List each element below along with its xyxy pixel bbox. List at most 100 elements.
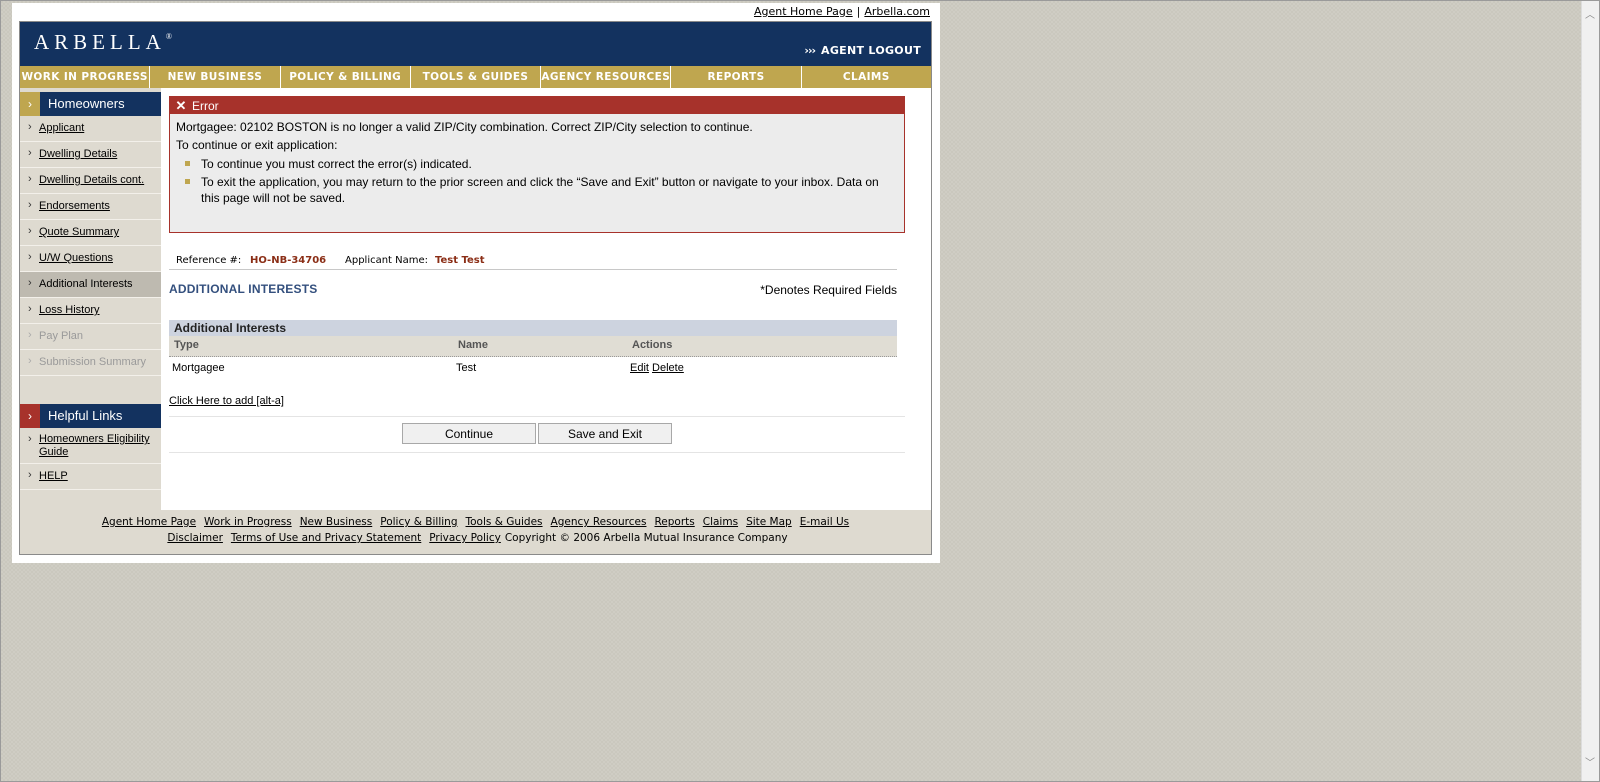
sidebar-item-quote-summary[interactable]: › Quote Summary [20, 220, 161, 246]
chevron-right-icon: › [20, 92, 40, 116]
footer-link-agency-resources[interactable]: Agency Resources [551, 516, 647, 528]
chevrons-icon: ››› [804, 44, 816, 57]
top-links: Agent Home Page | Arbella.com [754, 5, 930, 18]
applicant-name-label: Applicant Name: [345, 255, 429, 266]
nav-agency-resources[interactable]: AGENCY RESOURCES [541, 66, 672, 88]
chevron-right-icon: › [28, 147, 32, 159]
sidebar-item-endorsements[interactable]: › Endorsements [20, 194, 161, 220]
sidebar-item-label[interactable]: Loss History [39, 304, 100, 316]
footer-link-disclaimer[interactable]: Disclaimer [167, 532, 223, 544]
footer-link-privacy[interactable]: Privacy Policy [429, 532, 501, 544]
logo-registered-mark: ® [165, 32, 172, 41]
table-row: Mortgagee Test Edit Delete [169, 357, 897, 377]
sidebar-item-label[interactable]: U/W Questions [39, 252, 113, 264]
sidebar-item-applicant[interactable]: › Applicant [20, 116, 161, 142]
chevron-right-icon: › [28, 225, 32, 237]
reference-label: Reference #: [176, 255, 242, 266]
agent-logout-button[interactable]: ››› AGENT LOGOUT [804, 44, 921, 57]
agent-home-link[interactable]: Agent Home Page [754, 5, 853, 18]
sidebar-item-label[interactable]: Endorsements [39, 200, 110, 212]
footer-link-tools-guides[interactable]: Tools & Guides [466, 516, 543, 528]
nav-claims[interactable]: CLAIMS [802, 66, 931, 88]
sidebar-item-pay-plan: › Pay Plan [20, 324, 161, 350]
sidebar-item-eligibility-guide[interactable]: › Homeowners Eligibility Guide [20, 428, 161, 464]
nav-work-in-progress[interactable]: WORK IN PROGRESS [20, 66, 151, 88]
sidebar-item-dwelling-details-cont[interactable]: › Dwelling Details cont. [20, 168, 161, 194]
footer-link-claims[interactable]: Claims [703, 516, 738, 528]
sidebar-item-additional-interests[interactable]: › Additional Interests [20, 272, 161, 298]
helpful-links-title: Helpful Links [48, 408, 123, 423]
required-fields-note: *Denotes Required Fields [760, 283, 897, 297]
delete-link[interactable]: Delete [652, 362, 684, 374]
sidebar-item-label[interactable]: Quote Summary [39, 226, 119, 238]
page-container: Agent Home Page | Arbella.com ARBELLA® ›››… [12, 3, 940, 563]
nav-reports[interactable]: REPORTS [671, 66, 802, 88]
footer-link-new-business[interactable]: New Business [300, 516, 373, 528]
footer-link-reports[interactable]: Reports [654, 516, 694, 528]
sidebar-item-label[interactable]: Dwelling Details cont. [39, 174, 144, 186]
chevron-right-icon: › [28, 329, 32, 341]
applicant-name-value: Test Test [435, 255, 485, 266]
sidebar-item-label[interactable]: Applicant [39, 122, 84, 134]
top-links-separator: | [856, 5, 861, 18]
scroll-down-icon[interactable]: ﹀ [1585, 759, 1595, 769]
footer-link-terms[interactable]: Terms of Use and Privacy Statement [231, 532, 421, 544]
error-header: ✕ Error [170, 97, 904, 114]
sidebar-item-label[interactable]: Homeowners Eligibility Guide [39, 433, 155, 459]
sidebar-item-dwelling-details[interactable]: › Dwelling Details [20, 142, 161, 168]
cell-actions: Edit Delete [630, 362, 684, 374]
cell-name: Test [456, 362, 477, 374]
arbella-logo[interactable]: ARBELLA® [34, 30, 172, 55]
nav-new-business[interactable]: NEW BUSINESS [150, 66, 281, 88]
header: ARBELLA® ››› AGENT LOGOUT [20, 22, 931, 66]
sidebar-item-loss-history[interactable]: › Loss History [20, 298, 161, 324]
sidebar-item-submission-summary: › Submission Summary [20, 350, 161, 376]
footer-links: Agent Home Page Work in Progress New Busin… [20, 516, 931, 528]
add-interest-link[interactable]: Click Here to add [alt-a] [169, 395, 284, 407]
footer-link-policy-billing[interactable]: Policy & Billing [380, 516, 457, 528]
cell-type: Mortgagee [172, 362, 225, 374]
sidebar-item-label[interactable]: HELP [39, 470, 68, 482]
error-message: Mortgagee: 02102 BOSTON is no longer a v… [176, 120, 753, 134]
arbella-link[interactable]: Arbella.com [864, 5, 930, 18]
error-subtext: To continue or exit application: [176, 138, 338, 152]
sidebar: › Homeowners › Applicant › Dwelling Detail… [20, 88, 161, 510]
edit-link[interactable]: Edit [630, 362, 649, 374]
page-title: ADDITIONAL INTERESTS [169, 282, 318, 296]
table-caption: Additional Interests [169, 320, 897, 336]
logout-label: AGENT LOGOUT [821, 44, 921, 57]
footer-link-agent-home[interactable]: Agent Home Page [102, 516, 196, 528]
chevron-right-icon: › [28, 355, 32, 367]
sidebar-title: Homeowners [48, 96, 125, 111]
error-bullet: To continue you must correct the error(s… [176, 156, 896, 172]
continue-button[interactable]: Continue [402, 423, 536, 444]
nav-policy-billing[interactable]: POLICY & BILLING [281, 66, 411, 88]
reference-number: HO-NB-34706 [250, 255, 327, 266]
sidebar-item-label[interactable]: Dwelling Details [39, 148, 117, 160]
chevron-right-icon: › [20, 404, 40, 428]
error-title: Error [192, 99, 219, 113]
footer-link-email-us[interactable]: E-mail Us [800, 516, 849, 528]
sidebar-item-label[interactable]: Additional Interests [39, 278, 133, 290]
chevron-right-icon: › [28, 433, 32, 445]
sidebar-item-label: Pay Plan [39, 330, 84, 342]
error-panel: ✕ Error Mortgagee: 02102 BOSTON is no lon… [169, 96, 905, 233]
chevron-right-icon: › [28, 173, 32, 185]
footer-legal: Disclaimer Terms of Use and Privacy State… [20, 532, 931, 544]
column-header-name: Name [458, 339, 488, 351]
main-nav: WORK IN PROGRESS NEW BUSINESS POLICY & B… [20, 66, 931, 88]
vertical-scrollbar[interactable]: ︿ ﹀ [1581, 1, 1599, 781]
footer: Agent Home Page Work in Progress New Busin… [20, 510, 931, 554]
error-bullet-list: To continue you must correct the error(s… [176, 156, 896, 208]
close-icon: ✕ [175, 98, 187, 113]
sidebar-item-uw-questions[interactable]: › U/W Questions [20, 246, 161, 272]
footer-link-work-in-progress[interactable]: Work in Progress [204, 516, 292, 528]
footer-link-site-map[interactable]: Site Map [746, 516, 792, 528]
app-shell: ARBELLA® ››› AGENT LOGOUT WORK IN PROGRES… [19, 21, 932, 555]
scroll-up-icon[interactable]: ︿ [1585, 11, 1595, 21]
save-and-exit-button[interactable]: Save and Exit [538, 423, 672, 444]
nav-tools-guides[interactable]: TOOLS & GUIDES [411, 66, 542, 88]
sidebar-header-homeowners: › Homeowners [20, 92, 161, 116]
sidebar-item-help[interactable]: › HELP [20, 464, 161, 490]
reference-bar: Reference #: HO-NB-34706 Applicant Name:… [169, 254, 897, 270]
